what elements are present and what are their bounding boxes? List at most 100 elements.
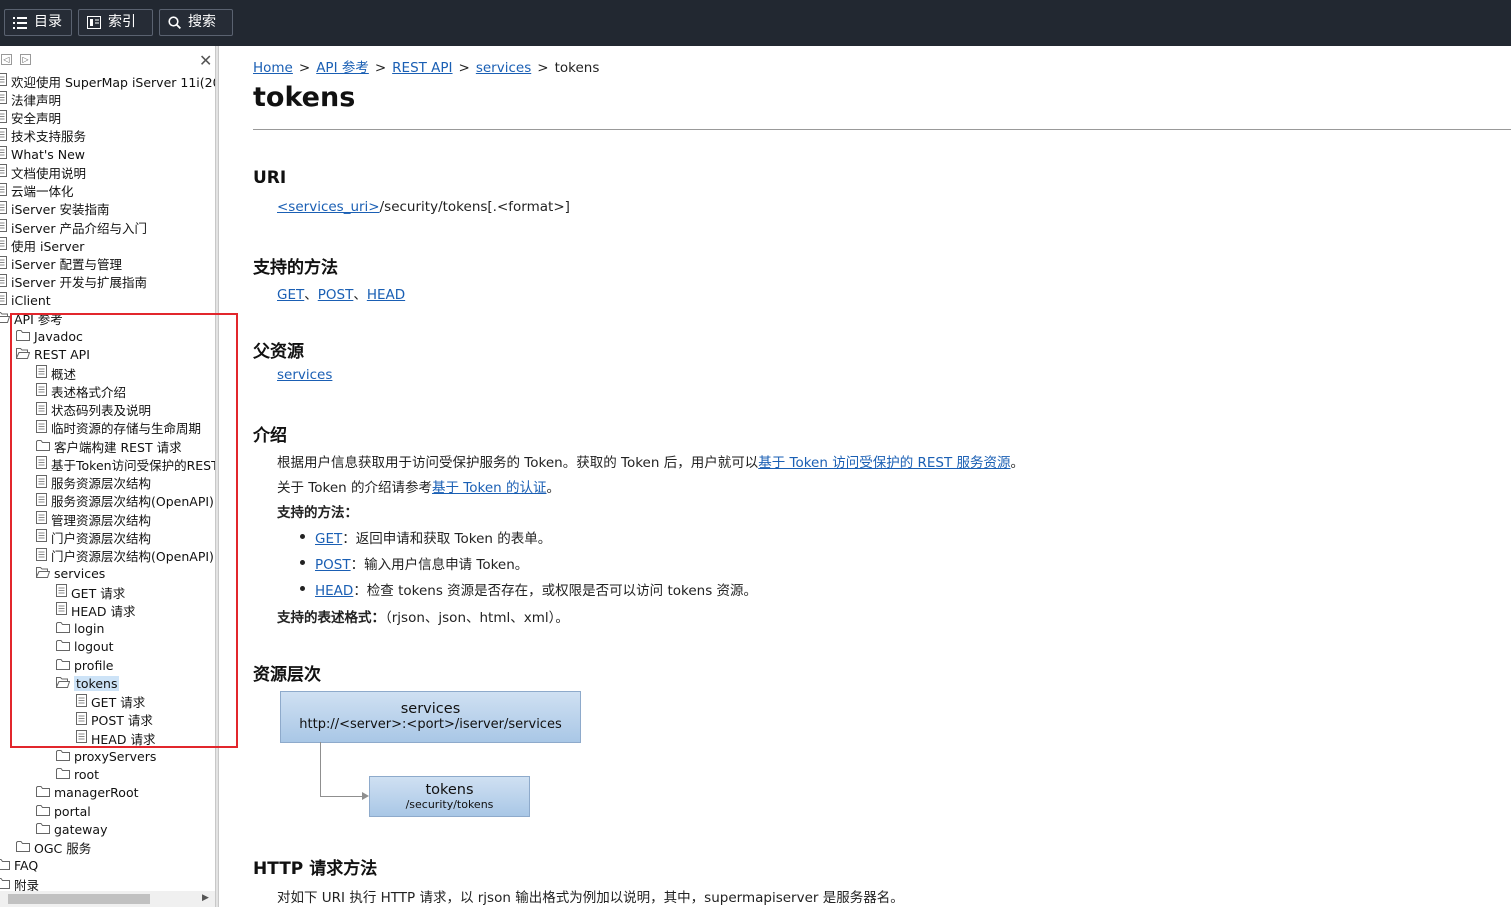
node-name: tokens <box>425 782 474 798</box>
folder-icon <box>56 767 70 782</box>
intro-line-1: 根据用户信息获取用于访问受保护服务的 Token。获取的 Token 后，用户就… <box>277 451 1024 471</box>
http-text: 对如下 URI 执行 HTTP 请求，以 rjson 输出格式为例加以说明，其中… <box>277 890 904 906</box>
page-icon <box>0 237 7 253</box>
page-icon <box>0 219 7 235</box>
token-access-link[interactable]: 基于 Token 访问受保护的 REST 服务资源 <box>758 455 1010 471</box>
breadcrumb-link[interactable]: API 参考 <box>316 60 369 76</box>
toc-item[interactable]: 欢迎使用 SuperMap iServer 11i(2023) <box>0 72 215 90</box>
toc-item-label: iClient <box>11 292 51 308</box>
contents-button[interactable]: 目录 <box>4 9 72 36</box>
bullet-icon <box>300 534 305 539</box>
bullet-head-link[interactable]: HEAD <box>315 583 353 599</box>
toc-item[interactable]: 安全声明 <box>0 109 61 127</box>
toc-item[interactable]: iServer 产品介绍与入门 <box>0 218 147 236</box>
toc-item[interactable]: FAQ <box>0 857 38 875</box>
methods-sep: 、 <box>304 287 318 303</box>
bullet-icon <box>300 560 305 565</box>
uri-rest: /security/tokens[.<format>] <box>379 199 570 215</box>
toc-item[interactable]: 云端一体化 <box>0 182 74 200</box>
horizontal-scrollbar[interactable]: ▶ <box>0 891 215 907</box>
title-divider <box>253 129 1511 130</box>
toc-item-label: iServer 产品介绍与入门 <box>11 220 147 236</box>
intro-line-2: 关于 Token 的介绍请参考基于 Token 的认证。 <box>277 476 560 496</box>
breadcrumb-current: tokens <box>554 60 600 76</box>
toc-item[interactable]: 技术支持服务 <box>0 127 86 145</box>
page-icon <box>0 73 7 89</box>
toc-item[interactable]: iServer 配置与管理 <box>0 255 122 273</box>
formats-line: 支持的表述格式：（rjson、json、html、xml）。 <box>277 606 569 626</box>
toc-item[interactable]: 文档使用说明 <box>0 163 86 181</box>
index-button[interactable]: 索引 <box>78 9 153 36</box>
toc-item-label: gateway <box>54 821 108 837</box>
node-name: services <box>400 701 461 717</box>
toc-item[interactable]: portal <box>36 802 91 820</box>
page-icon <box>0 292 7 308</box>
uri-line: <services_uri>/security/tokens[.<format>… <box>277 199 570 215</box>
parent-heading: 父资源 <box>253 342 304 362</box>
page-icon <box>0 127 7 144</box>
toc-item-label: What's New <box>11 146 86 162</box>
toc-item-label: 云端一体化 <box>11 184 74 199</box>
node-url: http://<server>:<port>/iserver/services <box>299 717 562 732</box>
page-icon <box>0 91 7 107</box>
bullet-text: ：返回申请和获取 Token 的表单。 <box>342 531 552 547</box>
services-node[interactable]: services http://<server>:<port>/iserver/… <box>280 691 581 743</box>
scrollbar-thumb[interactable] <box>8 894 150 904</box>
toc-item[interactable]: root <box>56 766 99 784</box>
connector-line <box>320 796 364 797</box>
toc-item-label: 法律声明 <box>11 92 62 108</box>
breadcrumb-link[interactable]: REST API <box>392 60 452 76</box>
folder-icon <box>0 858 10 873</box>
folder-icon <box>36 804 50 819</box>
formats-value: （rjson、json、html、xml）。 <box>385 610 569 626</box>
services-uri-link[interactable]: <services_uri> <box>277 199 380 215</box>
toc-item[interactable]: 使用 iServer <box>0 236 84 254</box>
http-heading: HTTP 请求方法 <box>253 859 378 879</box>
toc-item[interactable]: proxyServers <box>56 747 156 765</box>
toc-item[interactable]: 法律声明 <box>0 90 61 108</box>
intro-end: 。 <box>1010 455 1025 471</box>
search-button[interactable]: 搜索 <box>159 9 233 36</box>
token-auth-link[interactable]: 基于 Token 的认证 <box>432 480 547 496</box>
toc-item[interactable]: iServer 安装指南 <box>0 200 109 218</box>
close-icon[interactable]: ✕ <box>199 53 212 69</box>
toc-item-label: OGC 服务 <box>34 841 92 856</box>
prev-button[interactable]: ◁ <box>1 54 12 65</box>
get-link[interactable]: GET <box>277 287 304 303</box>
bullet-get-link[interactable]: GET <box>315 531 342 547</box>
toc-item-label: iServer 开发与扩展指南 <box>11 275 147 291</box>
toc-item[interactable]: OGC 服务 <box>16 839 91 857</box>
breadcrumb-link[interactable]: Home <box>253 60 293 76</box>
toc-item[interactable]: What's New <box>0 145 85 163</box>
toc-item[interactable]: managerRoot <box>36 784 139 802</box>
tokens-node[interactable]: tokens /security/tokens <box>369 776 530 817</box>
page-icon <box>0 146 7 162</box>
toc-item[interactable]: iClient <box>0 291 51 309</box>
intro-text: 根据用户信息获取用于访问受保护服务的 Token。获取的 Token 后，用户就… <box>277 455 759 471</box>
page-icon <box>0 182 7 199</box>
methods-heading: 支持的方法 <box>253 258 338 278</box>
method-bullet-head: HEAD：检查 tokens 资源是否存在，或权限是否可以访问 tokens 资… <box>315 579 757 599</box>
toc-item-label: 技术支持服务 <box>11 129 87 145</box>
bullet-post-link[interactable]: POST <box>315 557 351 573</box>
toc-item-label: portal <box>54 803 91 819</box>
parent-services-link[interactable]: services <box>277 367 332 383</box>
next-button[interactable]: ▷ <box>20 54 31 65</box>
head-link[interactable]: HEAD <box>367 287 405 303</box>
toc-item-label: managerRoot <box>54 785 139 801</box>
breadcrumb: Home > API 参考 > REST API > services > tokens <box>253 56 599 76</box>
methods-sep: 、 <box>353 287 367 303</box>
toc-item-label: 欢迎使用 SuperMap iServer 11i(2023) <box>11 74 215 90</box>
scroll-right-icon[interactable]: ▶ <box>202 893 209 903</box>
folder-icon <box>0 877 10 892</box>
post-link[interactable]: POST <box>318 287 354 303</box>
supported-methods-title: 支持的方法： <box>277 505 358 521</box>
toc-item[interactable]: iServer 开发与扩展指南 <box>0 273 147 291</box>
parent-line: services <box>277 367 332 383</box>
page-icon <box>0 109 7 126</box>
bullet-text: ：输入用户信息申请 Token。 <box>350 557 529 573</box>
breadcrumb-link[interactable]: services <box>476 60 531 76</box>
uri-heading: URI <box>253 168 287 188</box>
index-label: 索引 <box>108 14 136 30</box>
toc-item[interactable]: gateway <box>36 820 107 838</box>
